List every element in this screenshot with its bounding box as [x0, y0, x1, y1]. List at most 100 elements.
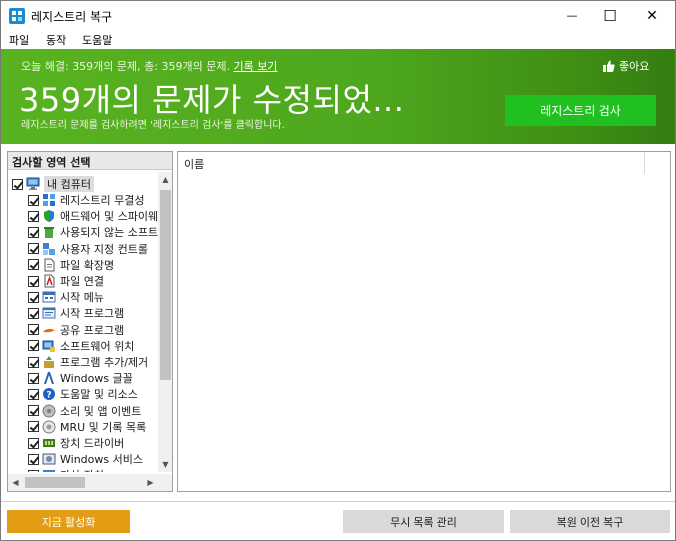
tree-item-checkbox[interactable]	[28, 275, 39, 287]
tree-item[interactable]: 사용되지 않는 소프트	[28, 224, 158, 240]
tree-item[interactable]: 장치 드라이버	[28, 435, 124, 451]
tree-item-checkbox[interactable]	[28, 291, 39, 303]
file-association-icon	[44, 274, 55, 288]
tree-item-checkbox[interactable]	[28, 437, 39, 449]
root-checkbox[interactable]	[12, 178, 23, 190]
tree-item-checkbox[interactable]	[28, 226, 39, 238]
tree-item-checkbox[interactable]	[28, 453, 39, 465]
menu-action[interactable]: 동작	[46, 32, 66, 48]
registry-repair-window: 레지스트리 복구 — ☐ ✕ 파일 동작 도움말 오늘 해결: 359개의 문제…	[0, 0, 676, 541]
tree-item-checkbox[interactable]	[28, 243, 39, 255]
tree-root[interactable]: 내 컴퓨터	[12, 176, 94, 192]
tree-item-label: MRU 및 기록 목록	[60, 420, 147, 434]
tree-item[interactable]: MRU 및 기록 목록	[28, 419, 146, 435]
title-bar: 레지스트리 복구 — ☐ ✕	[1, 1, 675, 30]
total-count: 359개의 문제.	[161, 60, 230, 73]
tree-item-checkbox[interactable]	[28, 307, 39, 319]
menu-file[interactable]: 파일	[9, 32, 29, 48]
summary-line: 오늘 해결: 359개의 문제, 총: 359개의 문제. 기록 보기	[21, 58, 277, 74]
scroll-left-icon[interactable]: ◀	[8, 474, 23, 491]
scrollbar-corner	[158, 474, 172, 491]
tree-item[interactable]: 시작 메뉴	[28, 289, 104, 305]
history-link[interactable]: 기록 보기	[233, 60, 277, 73]
computer-icon	[26, 177, 40, 190]
tree-item[interactable]: 애드웨어 및 스파이웨	[28, 208, 158, 224]
fonts-icon	[44, 372, 54, 385]
minimize-button[interactable]: —	[553, 1, 591, 30]
tree-item-label: 소프트웨어 위치	[60, 339, 135, 353]
add-remove-programs-icon	[44, 356, 54, 368]
tree-item[interactable]: Windows 글꼴	[28, 370, 133, 386]
tree-item-checkbox[interactable]	[28, 469, 39, 472]
scan-area-panel: 검사할 영역 선택 내 컴퓨터 레지스트리 무결성애드웨어 및 스파이웨 사용되지…	[7, 151, 173, 492]
tree-item-label: 시작 프로그램	[60, 307, 125, 321]
file-extension-icon	[44, 258, 55, 272]
manage-ignore-list-button[interactable]: 무시 목록 관리	[343, 510, 504, 533]
device-driver-icon	[43, 439, 55, 447]
scan-area-header: 검사할 영역 선택	[8, 152, 172, 170]
tree-item-label: 장치 드라이버	[60, 437, 125, 450]
registry-scan-button[interactable]: 레지스트리 검사	[505, 95, 656, 126]
sound-events-icon	[42, 404, 56, 418]
virtual-device-icon	[43, 470, 55, 472]
tree-item[interactable]: 레지스트리 무결성	[28, 192, 144, 208]
tree-item-checkbox[interactable]	[28, 388, 39, 400]
tree-item[interactable]: 소프트웨어 위치	[28, 338, 134, 354]
today-count: 359개의 문제,	[72, 60, 141, 73]
tree-item-checkbox[interactable]	[28, 356, 39, 368]
tree-item[interactable]: 가상 장치	[28, 467, 104, 472]
results-list[interactable]: 이름	[177, 151, 671, 492]
close-button[interactable]: ✕	[633, 1, 671, 30]
restore-previous-repair-button[interactable]: 복원 이전 복구	[510, 510, 670, 533]
tree-item-label: Windows 글꼴	[60, 372, 133, 386]
controls-icon	[43, 242, 55, 255]
column-header-name[interactable]: 이름	[184, 156, 204, 172]
like-label: 좋아요	[619, 60, 650, 73]
tree-item-checkbox[interactable]	[28, 194, 39, 206]
horizontal-scroll-thumb[interactable]	[25, 477, 85, 488]
scan-area-tree: 내 컴퓨터 레지스트리 무결성애드웨어 및 스파이웨 사용되지 않는 소프트 사용자…	[8, 172, 158, 472]
tree-item[interactable]: 파일 확장명	[28, 257, 114, 273]
tree-root-label: 내 컴퓨터	[44, 176, 94, 192]
tree-item-checkbox[interactable]	[28, 210, 39, 222]
maximize-icon: ☐	[603, 6, 617, 25]
tree-item[interactable]: 파일 연결	[28, 273, 104, 289]
like-button[interactable]: 좋아요	[603, 58, 649, 74]
tree-item[interactable]: 소리 및 앱 이벤트	[28, 403, 141, 419]
tree-item-label: 애드웨어 및 스파이웨	[60, 210, 158, 224]
tree-item[interactable]: ? 도움말 및 리소스	[28, 386, 138, 402]
tree-item[interactable]: 시작 프로그램	[28, 305, 124, 321]
tree-item-checkbox[interactable]	[28, 421, 39, 433]
tree-horizontal-scrollbar[interactable]: ◀ ▶	[8, 474, 158, 491]
tree-item-label: 시작 메뉴	[60, 291, 104, 305]
tree-item-checkbox[interactable]	[28, 324, 39, 336]
today-prefix: 오늘 해결:	[21, 60, 69, 73]
help-icon: ?	[43, 388, 55, 401]
tree-item-checkbox[interactable]	[28, 405, 39, 417]
software-location-icon	[42, 340, 55, 352]
tree-item-label: 소리 및 앱 이벤트	[60, 404, 142, 418]
activate-now-button[interactable]: 지금 활성화	[7, 510, 130, 533]
tree-item-label: 레지스트리 무결성	[60, 194, 145, 207]
tree-item[interactable]: Windows 서비스	[28, 451, 143, 467]
tree-item[interactable]: 프로그램 추가/제거	[28, 354, 148, 370]
scroll-up-icon[interactable]: ▲	[158, 172, 172, 187]
tree-vertical-scrollbar[interactable]: ▲ ▼	[158, 172, 172, 472]
menu-help[interactable]: 도움말	[82, 32, 112, 48]
scroll-right-icon[interactable]: ▶	[143, 474, 158, 491]
tree-item[interactable]: 사용자 지정 컨트롤	[28, 241, 148, 257]
tree-item-checkbox[interactable]	[28, 340, 39, 352]
vertical-scroll-thumb[interactable]	[160, 190, 171, 380]
tree-item-label: 파일 연결	[60, 275, 104, 288]
tree-item-checkbox[interactable]	[28, 372, 39, 384]
thumbs-up-icon	[603, 60, 615, 72]
windows-services-icon	[42, 453, 56, 465]
tree-item-checkbox[interactable]	[28, 259, 39, 271]
window-title: 레지스트리 복구	[31, 10, 113, 24]
tree-item-label: Windows 서비스	[60, 453, 143, 467]
tree-item[interactable]: 공유 프로그램	[28, 322, 124, 338]
column-divider[interactable]	[644, 152, 645, 174]
maximize-button[interactable]: ☐	[591, 1, 629, 30]
startup-programs-icon	[42, 307, 56, 319]
scroll-down-icon[interactable]: ▼	[158, 457, 172, 472]
